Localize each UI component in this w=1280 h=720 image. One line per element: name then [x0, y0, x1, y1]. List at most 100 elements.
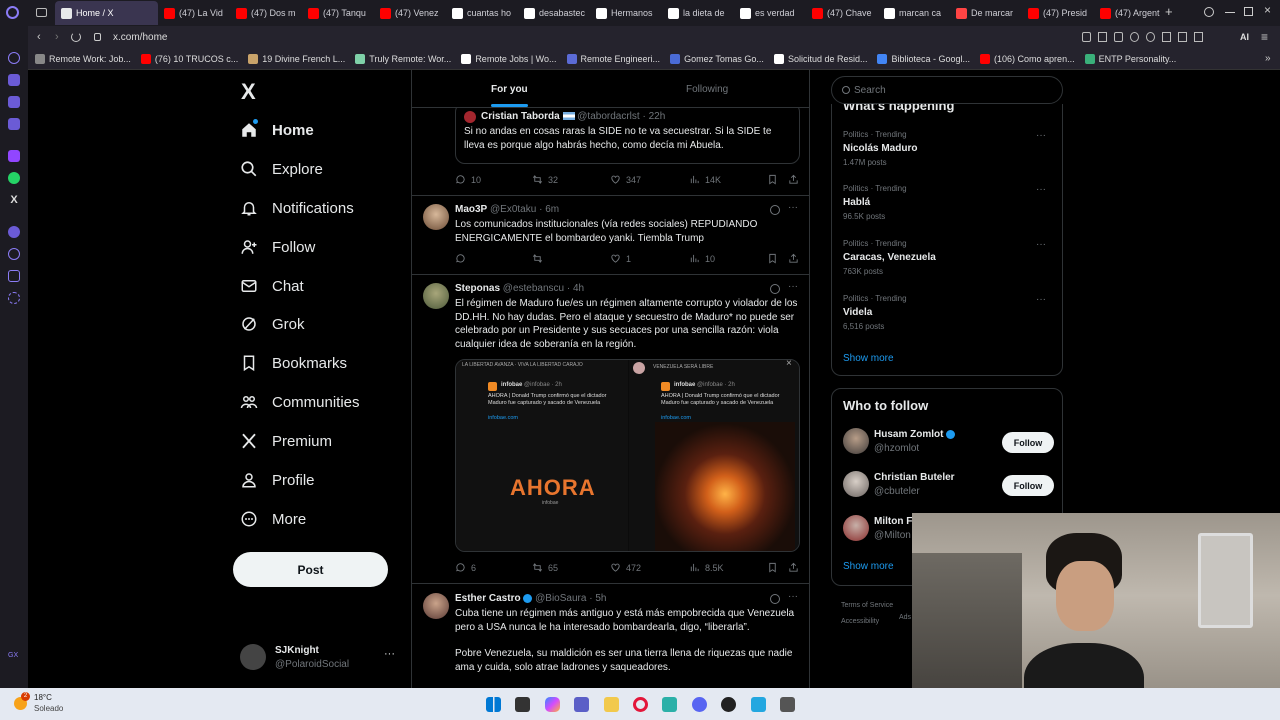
notepad-icon[interactable]: [662, 697, 677, 712]
close-window-icon[interactable]: ×: [1264, 3, 1271, 17]
nav-item-chat[interactable]: Chat: [240, 271, 304, 301]
reply-button[interactable]: [455, 253, 471, 264]
forward-icon[interactable]: ›: [55, 31, 59, 43]
follow-button[interactable]: Follow: [1002, 432, 1054, 453]
sidebar-app-icon[interactable]: [8, 226, 20, 238]
teams-icon[interactable]: [574, 697, 589, 712]
nav-item-follow[interactable]: Follow: [240, 232, 315, 262]
x-logo-icon[interactable]: X: [241, 81, 256, 103]
sidebar-app-icon[interactable]: [8, 52, 20, 64]
more-icon[interactable]: ···: [1036, 239, 1046, 250]
reload-icon[interactable]: [71, 32, 81, 42]
browser-tab[interactable]: (47) Argent: [1094, 1, 1166, 25]
share-button[interactable]: [788, 253, 804, 264]
avatar[interactable]: [423, 593, 449, 619]
tweet[interactable]: Steponas @estebanscu · 4h ··· El régimen…: [412, 275, 809, 584]
nav-item-explore[interactable]: Explore: [240, 154, 323, 184]
nav-item-premium[interactable]: Premium: [240, 426, 332, 456]
calculator-icon[interactable]: [780, 697, 795, 712]
views-button[interactable]: 14K: [689, 174, 721, 185]
vscode-icon[interactable]: [751, 697, 766, 712]
share-button[interactable]: [788, 174, 804, 185]
menu-icon[interactable]: ≡: [1261, 30, 1268, 44]
search-box[interactable]: Search: [831, 76, 1063, 104]
follow-button[interactable]: Follow: [1002, 475, 1054, 496]
browser-logo-icon[interactable]: [6, 6, 19, 19]
bookmark-item[interactable]: Gomez Tomas Go...: [670, 54, 764, 64]
repost-button[interactable]: 65: [532, 562, 558, 573]
browser-tab[interactable]: (47) Venez: [374, 1, 446, 25]
settings-icon[interactable]: [8, 292, 20, 304]
ads-link[interactable]: Ads: [899, 614, 911, 621]
browser-tab[interactable]: marcan ca: [878, 1, 950, 25]
browser-tab[interactable]: es verdad: [734, 1, 806, 25]
views-button[interactable]: 8.5K: [689, 562, 724, 573]
bookmark-item[interactable]: (76) 10 TRUCOS c...: [140, 54, 238, 64]
search-tabs-icon[interactable]: [1204, 7, 1214, 17]
browser-tab[interactable]: Home / X: [55, 1, 158, 25]
follow-suggestion[interactable]: Christian Buteler @cbuteler Follow: [843, 471, 1054, 503]
more-icon[interactable]: ···: [1036, 184, 1046, 195]
sidebar-app-icon[interactable]: [8, 74, 20, 86]
nav-item-communities[interactable]: Communities: [240, 387, 360, 417]
browser-tab[interactable]: la dieta de: [662, 1, 734, 25]
maximize-icon[interactable]: [1244, 7, 1253, 16]
grok-icon[interactable]: [770, 594, 780, 604]
avatar[interactable]: [423, 204, 449, 230]
trend-item[interactable]: Politics · Trending Nicolás Maduro 1.47M p…: [843, 130, 1053, 167]
sidebar-app-icon[interactable]: [8, 270, 20, 282]
more-icon[interactable]: ···: [788, 281, 798, 292]
nav-item-more[interactable]: More: [240, 504, 306, 534]
bookmark-button[interactable]: [767, 174, 783, 185]
browser-tab[interactable]: (47) Tanqu: [302, 1, 374, 25]
x-icon[interactable]: X: [8, 194, 20, 206]
views-button[interactable]: 10: [689, 253, 715, 264]
follow-suggestion[interactable]: Husam Zomlot @hzomlot Follow: [843, 428, 1054, 460]
repost-button[interactable]: [532, 253, 548, 264]
sidebar-app-icon[interactable]: [8, 118, 20, 130]
nav-item-profile[interactable]: Profile: [240, 465, 315, 495]
grok-icon[interactable]: [770, 284, 780, 294]
trend-item[interactable]: Politics · Trending Videla 6,516 posts ···: [843, 294, 1053, 331]
bookmark-button[interactable]: [767, 562, 783, 573]
tab-overview-icon[interactable]: [36, 8, 47, 17]
show-more-link[interactable]: Show more: [843, 561, 894, 572]
like-button[interactable]: 1: [610, 253, 631, 264]
tab-following[interactable]: Following: [686, 84, 728, 95]
avatar[interactable]: [423, 283, 449, 309]
more-icon[interactable]: ···: [1036, 130, 1046, 141]
browser-tab[interactable]: (47) Dos m: [230, 1, 302, 25]
trend-item[interactable]: Politics · Trending Caracas, Venezuela 763…: [843, 239, 1053, 276]
twitch-icon[interactable]: [8, 150, 20, 162]
reply-button[interactable]: 6: [455, 562, 476, 573]
bookmarks-overflow-icon[interactable]: »: [1265, 53, 1271, 64]
extension-icons[interactable]: [1082, 32, 1212, 43]
sidebar-app-icon[interactable]: [8, 96, 20, 108]
history-icon[interactable]: [8, 248, 20, 260]
nav-item-notifications[interactable]: Notifications: [240, 193, 354, 223]
whatsapp-icon[interactable]: [8, 172, 20, 184]
browser-tab[interactable]: (47) Presid: [1022, 1, 1094, 25]
post-button[interactable]: Post: [233, 552, 388, 587]
url-input[interactable]: x.com/home: [113, 32, 167, 43]
file-manager-icon[interactable]: [515, 697, 530, 712]
github-icon[interactable]: [721, 697, 736, 712]
bookmark-item[interactable]: Solicitud de Resid...: [773, 54, 867, 64]
nav-item-grok[interactable]: Grok: [240, 309, 305, 339]
bookmark-button[interactable]: [767, 253, 783, 264]
trend-item[interactable]: Politics · Trending Hablá 96.5K posts ···: [843, 184, 1053, 221]
account-switcher[interactable]: SJKnight @PolaroidSocial ···: [240, 642, 400, 674]
more-icon[interactable]: ···: [1036, 294, 1046, 305]
tweet-media[interactable]: LA LIBERTAD AVANZA · VIVA LA LIBERTAD CA…: [455, 359, 800, 552]
bookmark-item[interactable]: Remote Engineeri...: [566, 54, 660, 64]
more-icon[interactable]: ···: [788, 202, 798, 213]
bookmark-item[interactable]: Truly Remote: Wor...: [355, 54, 451, 64]
bookmark-item[interactable]: Biblioteca - Googl...: [877, 54, 970, 64]
share-button[interactable]: [788, 562, 804, 573]
bookmark-item[interactable]: (106) Como apren...: [980, 54, 1075, 64]
reply-button[interactable]: 10: [455, 174, 481, 185]
back-icon[interactable]: ‹: [37, 31, 41, 43]
opera-icon[interactable]: [633, 697, 648, 712]
tweet[interactable]: Cristian Taborda @tabordacrlst · 22h Si …: [412, 102, 809, 196]
minimize-icon[interactable]: [1225, 12, 1235, 13]
